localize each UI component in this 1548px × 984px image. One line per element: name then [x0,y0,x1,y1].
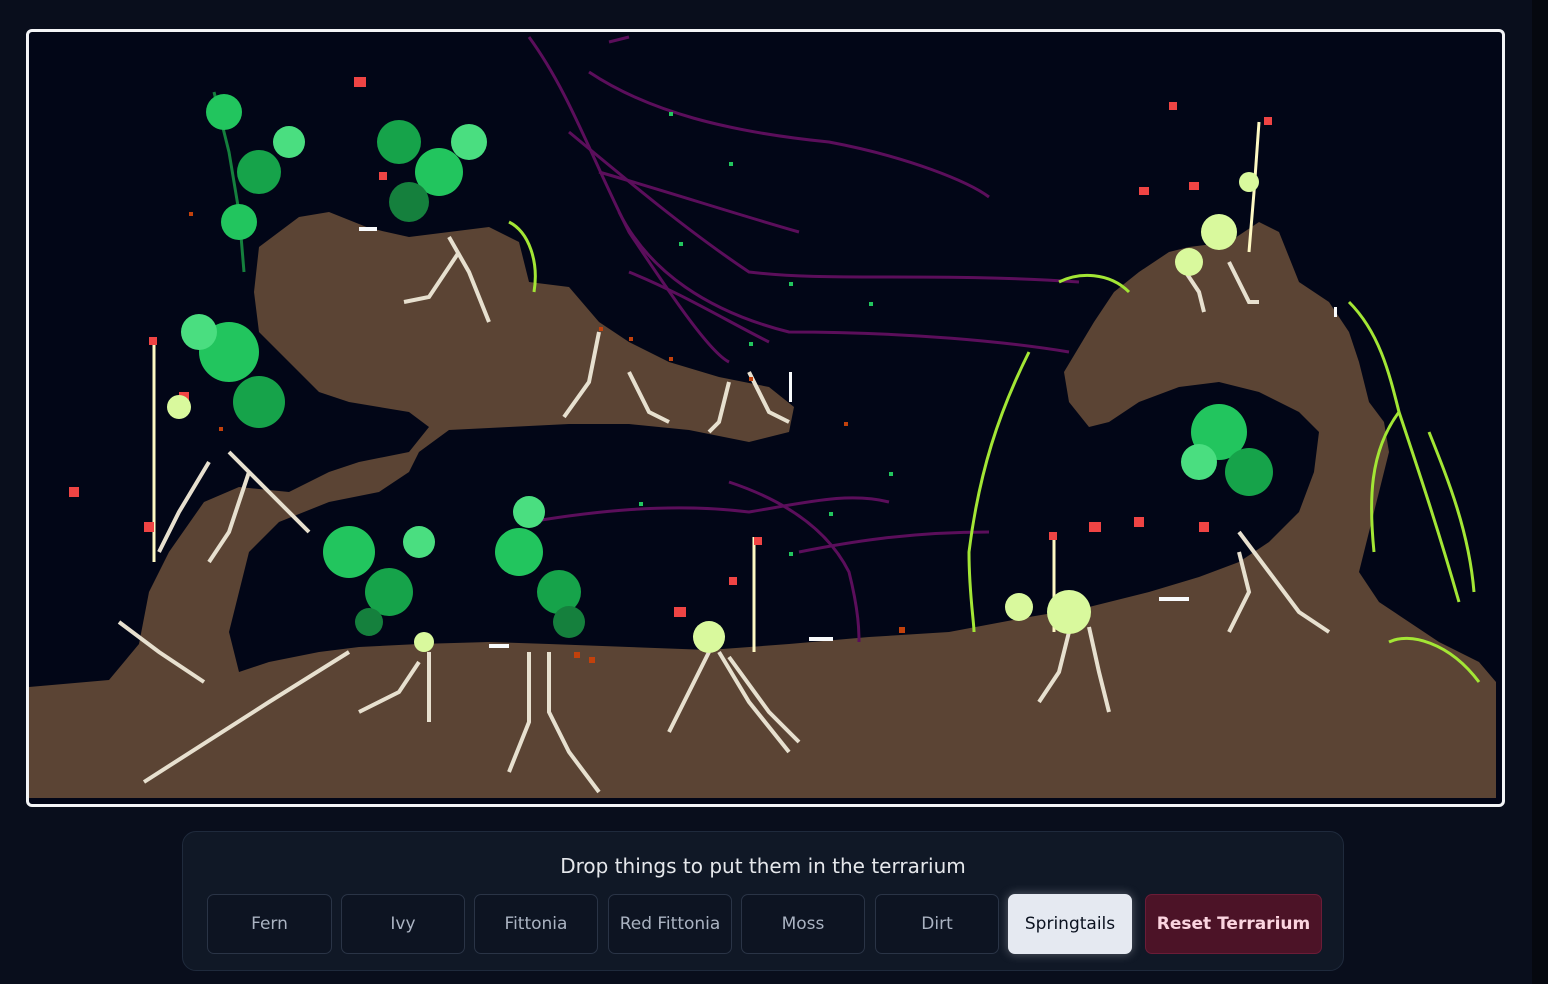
terrarium-canvas[interactable] [26,29,1505,807]
window-edge [1532,0,1548,984]
ivy-button[interactable]: Ivy [341,894,465,954]
panel-title: Drop things to put them in the terrarium [560,854,966,878]
fern-button[interactable]: Fern [207,894,332,954]
reset-terrarium-button[interactable]: Reset Terrarium [1145,894,1322,954]
moss-button[interactable]: Moss [741,894,865,954]
red-fittonia-button[interactable]: Red Fittonia [608,894,732,954]
tool-panel: Drop things to put them in the terrarium… [182,831,1344,971]
dirt-button[interactable]: Dirt [875,894,999,954]
dirt-terrain [29,212,1496,798]
springtails-button[interactable]: Springtails [1008,894,1132,954]
terrarium-scene [29,35,1496,798]
fittonia-button[interactable]: Fittonia [474,894,598,954]
